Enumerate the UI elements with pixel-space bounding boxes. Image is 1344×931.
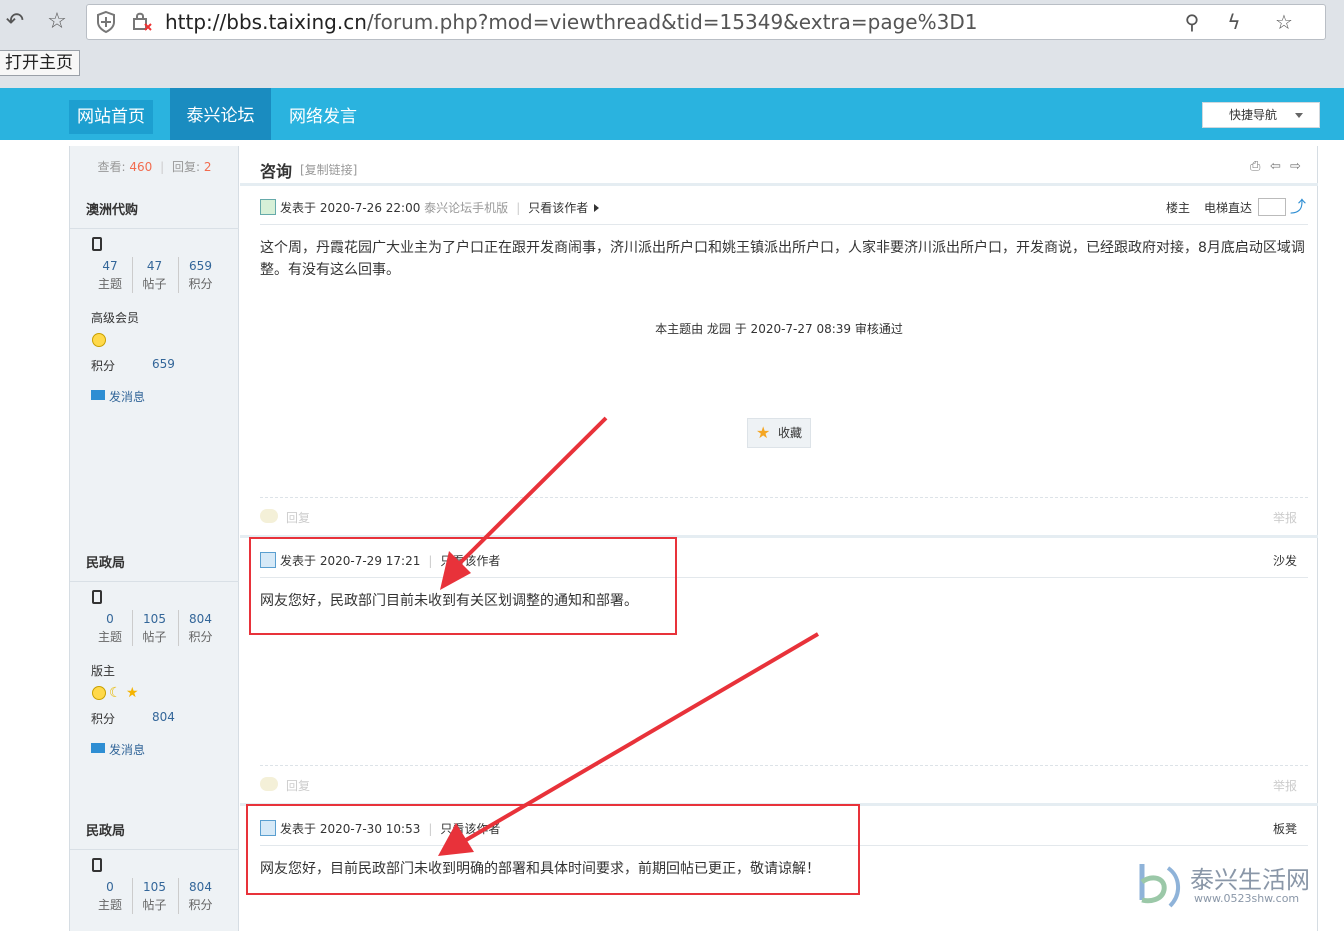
divider <box>70 228 239 229</box>
post-meta: 发表于 2020-7-26 22:00 泰兴论坛手机版 | 只看该作者 <box>260 199 600 216</box>
search-icon[interactable]: ⚲ <box>1179 9 1205 35</box>
divider <box>260 224 1308 225</box>
post-source[interactable]: 泰兴论坛手机版 <box>424 201 508 215</box>
open-homepage-button[interactable]: 打开主页 <box>0 50 80 76</box>
post-content: 这个周，丹霞花园广大业主为了户口正在跟开发商闹事，济川派出所户口和姚王镇派出所户… <box>260 240 1305 278</box>
watermark-name: 泰兴生活网 <box>1190 866 1310 894</box>
thread-stats: 查看: 460 | 回复: 2 <box>97 160 212 174</box>
quick-nav-label: 快捷导航 <box>1229 108 1278 122</box>
address-bar[interactable]: http://bbs.taixing.cn/forum.php?mod=view… <box>86 4 1326 40</box>
shield-icon <box>97 10 115 34</box>
avatar-icon <box>260 199 276 215</box>
smiley-icon <box>92 686 106 700</box>
prev-thread-icon[interactable]: ⇦ <box>1270 160 1284 174</box>
floor-label: 板凳 <box>1273 822 1298 836</box>
report-link[interactable]: 举报 <box>1273 777 1297 794</box>
image-blocked-icon <box>133 12 152 31</box>
post-time: 2020-7-26 22:00 <box>319 201 421 215</box>
author-name[interactable]: 民政局 <box>86 552 125 571</box>
thread-title: 咨询 <box>260 162 293 181</box>
only-author-link[interactable]: 只看该作者 <box>528 201 588 215</box>
divider <box>240 183 1318 186</box>
send-message-link[interactable]: 发消息 <box>91 388 145 405</box>
author-stats: 0 主题 105 帖子 804 积分 <box>88 610 222 650</box>
mobile-icon <box>92 237 102 251</box>
divider <box>70 849 239 850</box>
nav-home[interactable]: 网站首页 <box>69 100 153 134</box>
back-icon[interactable]: ↶ <box>2 8 28 34</box>
nav-forum[interactable]: 泰兴论坛 <box>170 88 271 140</box>
watermark-url: www.0523shw.com <box>1194 892 1300 905</box>
floor-jump-input[interactable] <box>1258 198 1286 216</box>
author-name[interactable]: 澳洲代购 <box>86 199 138 218</box>
chevron-down-icon <box>1295 113 1303 118</box>
reply-bubble-icon <box>260 509 278 523</box>
stat-points[interactable]: 804 <box>179 878 222 896</box>
reply-link[interactable]: 回复 <box>260 509 310 526</box>
envelope-icon <box>91 390 105 400</box>
watermark-logo-icon <box>1139 864 1180 908</box>
stat-threads[interactable]: 0 <box>88 610 132 628</box>
annotation-box <box>249 537 677 635</box>
stat-threads[interactable]: 0 <box>88 878 132 896</box>
nav-network-speech[interactable]: 网络发言 <box>288 100 358 134</box>
report-link[interactable]: 举报 <box>1273 509 1297 526</box>
author-stats: 0 主题 105 帖子 804 积分 <box>88 878 222 918</box>
view-count: 460 <box>129 160 153 174</box>
mobile-icon <box>92 590 102 604</box>
star-icon: ★ <box>756 423 771 442</box>
author-stats: 47 主题 47 帖子 659 积分 <box>88 257 222 297</box>
mobile-icon <box>92 858 102 872</box>
caret-right-icon <box>594 204 600 212</box>
next-thread-icon[interactable]: ⇨ <box>1290 160 1304 174</box>
floor-label: 楼主 <box>1166 201 1191 215</box>
author-rank[interactable]: 版主 <box>91 662 115 679</box>
favorite-button[interactable]: ★ 收藏 <box>747 418 811 448</box>
bookmark-star-icon[interactable]: ☆ <box>1271 9 1297 35</box>
annotation-box <box>246 804 860 895</box>
stat-posts[interactable]: 47 <box>133 257 176 275</box>
browser-chrome: ↶ ☆ http://bbs.taixing.cn/forum.php?mod=… <box>0 0 1344 88</box>
print-icon[interactable]: ⎙ <box>1250 160 1264 174</box>
floor-label: 沙发 <box>1273 554 1298 568</box>
reply-link[interactable]: 回复 <box>260 777 310 794</box>
reply-bubble-icon <box>260 777 278 791</box>
url-text: http://bbs.taixing.cn/forum.php?mod=view… <box>165 10 978 34</box>
favorite-star-icon[interactable]: ☆ <box>44 8 70 34</box>
moderation-note: 本主题由 龙园 于 2020-7-27 08:39 审核通过 <box>655 322 903 336</box>
quick-nav-dropdown[interactable]: 快捷导航 <box>1202 102 1320 128</box>
send-message-link[interactable]: 发消息 <box>91 741 145 758</box>
site-watermark: 泰兴生活网 www.0523shw.com <box>1132 858 1332 912</box>
jump-go-icon[interactable]: ⤴ <box>1290 198 1308 216</box>
stat-posts[interactable]: 105 <box>133 878 176 896</box>
author-name[interactable]: 民政局 <box>86 820 125 839</box>
bookmark-bar: 打开主页 <box>0 44 1344 88</box>
reply-count: 2 <box>203 160 212 174</box>
author-rank[interactable]: 高级会员 <box>91 309 139 326</box>
smiley-icon <box>92 333 106 347</box>
elevator-label: 电梯直达 <box>1204 201 1253 215</box>
browser-toolbar: ↶ ☆ http://bbs.taixing.cn/forum.php?mod=… <box>0 0 1344 44</box>
stat-points[interactable]: 804 <box>179 610 222 628</box>
moon-icon: ☾ <box>109 685 122 701</box>
lightning-icon[interactable]: ϟ <box>1221 9 1247 35</box>
author-points: 积分 659 <box>91 357 175 373</box>
stat-points[interactable]: 659 <box>179 257 222 275</box>
site-nav: 网站首页 泰兴论坛 网络发言 <box>0 88 1344 140</box>
copy-link[interactable]: [复制链接] <box>300 161 357 178</box>
author-points: 积分 804 <box>91 710 175 726</box>
divider <box>260 765 1308 766</box>
envelope-icon <box>91 743 105 753</box>
stat-posts[interactable]: 105 <box>133 610 176 628</box>
star-icon: ★ <box>126 685 139 701</box>
author-column: 查看: 460 | 回复: 2 澳洲代购 47 主题 47 帖子 659 积分 高级会… <box>70 146 239 931</box>
divider <box>260 497 1308 498</box>
divider <box>70 581 239 582</box>
stat-threads[interactable]: 47 <box>88 257 132 275</box>
